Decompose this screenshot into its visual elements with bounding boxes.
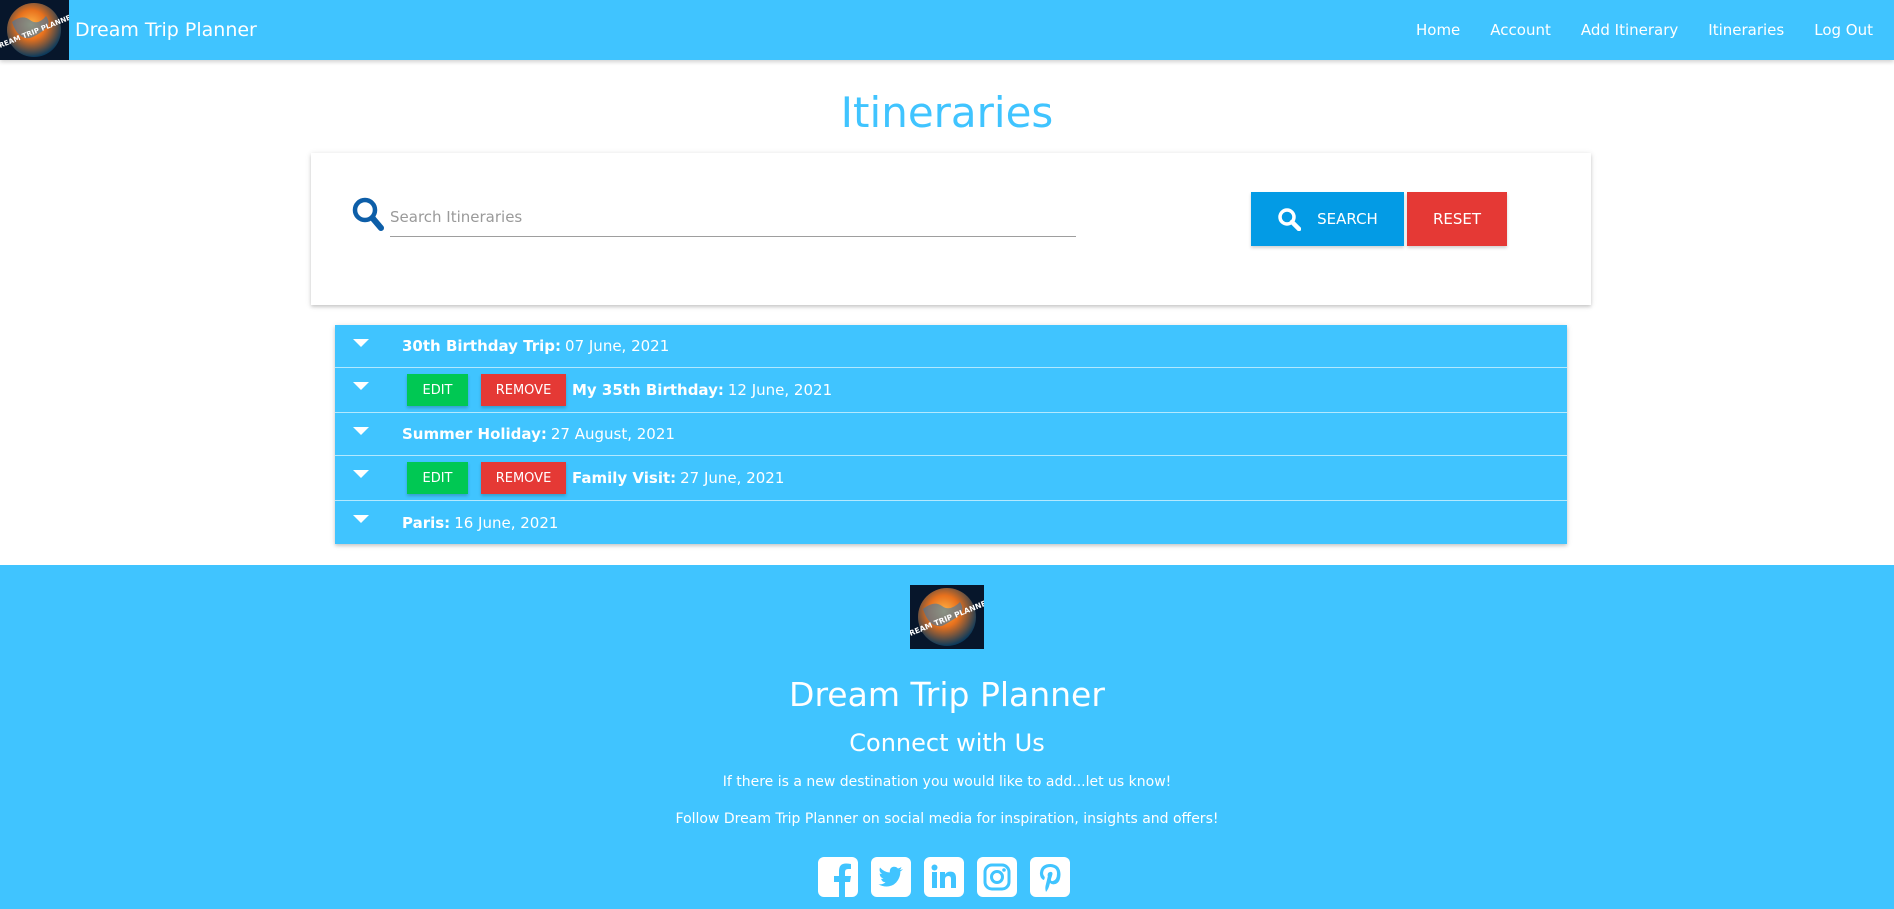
navbar: DREAM TRIP PLANNER Dream Trip Planner Ho…: [0, 0, 1894, 60]
page-title: Itineraries: [840, 88, 1054, 137]
itinerary-name: My 35th Birthday:: [572, 381, 724, 399]
itinerary-name: Paris:: [402, 513, 451, 532]
itinerary-row[interactable]: Paris: 16 June, 2021: [335, 501, 1567, 544]
search-card: Search Reset: [311, 153, 1591, 305]
search-icon: [352, 197, 384, 231]
caret-down-icon: [353, 382, 369, 390]
itinerary-row[interactable]: 30th Birthday Trip: 07 June, 2021: [335, 325, 1567, 368]
itinerary-date: 27 August, 2021: [550, 425, 675, 443]
footer: DREAM TRIP PLANNER Dream Trip Planner Co…: [0, 565, 1894, 909]
edit-button[interactable]: Edit: [407, 462, 468, 494]
itinerary-row[interactable]: Edit Remove My 35th Birthday: 12 June, 2…: [335, 368, 1567, 413]
itinerary-row[interactable]: Summer Holiday: 27 August, 2021: [335, 413, 1567, 456]
reset-button[interactable]: Reset: [1407, 192, 1507, 246]
itinerary-date: 07 June, 2021: [565, 337, 670, 355]
instagram-icon[interactable]: [977, 857, 1017, 897]
linkedin-icon[interactable]: [924, 857, 964, 897]
footer-text: If there is a new destination you would …: [722, 774, 1172, 790]
footer-subtitle: Connect with Us: [849, 729, 1045, 757]
itinerary-name: Summer Holiday:: [402, 425, 547, 443]
nav-itineraries[interactable]: Itineraries: [1693, 0, 1799, 60]
nav-home[interactable]: Home: [1401, 0, 1475, 60]
globe-logo-icon: DREAM TRIP PLANNER: [910, 585, 984, 649]
social-links: [818, 857, 1070, 897]
caret-down-icon: [353, 470, 369, 478]
nav-links: Home Account Add Itinerary Itineraries L…: [1401, 0, 1894, 60]
itinerary-date: 16 June, 2021: [454, 513, 559, 532]
search-input[interactable]: [390, 197, 1076, 237]
itinerary-list: 30th Birthday Trip: 07 June, 2021 Edit R…: [335, 325, 1567, 544]
footer-text: Follow Dream Trip Planner on social medi…: [675, 811, 1219, 827]
itinerary-name: Family Visit:: [572, 469, 677, 487]
search-button-label: Search: [1317, 210, 1378, 228]
itinerary-date: 27 June, 2021: [680, 469, 785, 487]
brand-name: Dream Trip Planner: [75, 19, 257, 41]
footer-title: Dream Trip Planner: [789, 675, 1105, 714]
facebook-icon[interactable]: [818, 857, 858, 897]
itinerary-name: 30th Birthday Trip:: [402, 337, 562, 355]
caret-down-icon: [353, 427, 369, 435]
edit-button[interactable]: Edit: [407, 374, 468, 406]
caret-down-icon: [353, 515, 369, 523]
itinerary-row[interactable]: Edit Remove Family Visit: 27 June, 2021: [335, 456, 1567, 501]
brand-link[interactable]: DREAM TRIP PLANNER Dream Trip Planner: [0, 0, 257, 60]
nav-add-itinerary[interactable]: Add Itinerary: [1566, 0, 1693, 60]
search-button[interactable]: Search: [1251, 192, 1404, 246]
remove-button[interactable]: Remove: [481, 462, 566, 494]
pinterest-icon[interactable]: [1030, 857, 1070, 897]
caret-down-icon: [353, 339, 369, 347]
nav-account[interactable]: Account: [1475, 0, 1566, 60]
search-icon: [1278, 208, 1302, 231]
globe-logo-icon: DREAM TRIP PLANNER: [0, 0, 69, 60]
nav-log-out[interactable]: Log Out: [1799, 0, 1888, 60]
remove-button[interactable]: Remove: [481, 374, 566, 406]
itinerary-date: 12 June, 2021: [727, 381, 833, 399]
twitter-icon[interactable]: [871, 857, 911, 897]
